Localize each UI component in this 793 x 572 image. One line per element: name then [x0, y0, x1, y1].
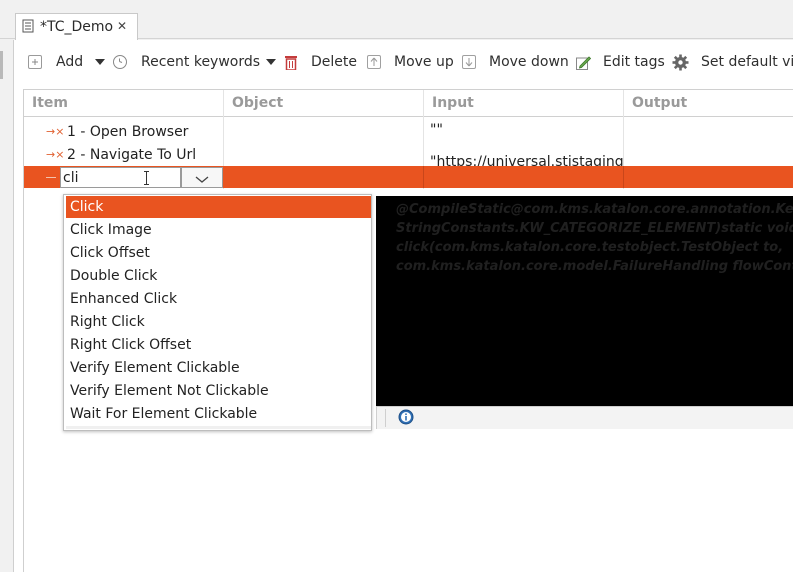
set-default-view-button[interactable]: Set default vie	[701, 54, 793, 70]
column-header-item[interactable]: Item	[32, 95, 68, 111]
trash-icon[interactable]	[285, 55, 297, 71]
keyword-input-value: cli	[63, 170, 79, 186]
column-header-input[interactable]: Input	[432, 95, 474, 111]
add-dropdown-icon[interactable]	[95, 59, 105, 65]
autocomplete-item-label: Click Offset	[70, 245, 150, 261]
step-input-clip: "https://universal.stistaging.	[430, 144, 623, 166]
arrow-up-icon[interactable]	[367, 55, 381, 69]
step-item: 2 - Navigate To Url	[67, 147, 197, 163]
column-separator	[423, 166, 424, 188]
edit-tags-button[interactable]: Edit tags	[603, 54, 665, 70]
close-icon[interactable]: ✕	[117, 19, 127, 33]
autocomplete-item-label: Right Click	[70, 314, 145, 330]
step-dash-icon	[46, 177, 56, 178]
step-input: "https://universal.stistaging.	[430, 154, 623, 166]
popup-scroll-edge	[66, 426, 371, 429]
doc-line: @CompileStatic@com.kms.katalon.core.anno…	[396, 202, 793, 217]
test-case-icon	[22, 19, 34, 33]
keyword-doc-text: @CompileStatic@com.kms.katalon.core.anno…	[396, 200, 793, 276]
autocomplete-item-label: Verify Element Not Clickable	[70, 383, 269, 399]
column-separator	[623, 166, 624, 188]
delete-button[interactable]: Delete	[311, 54, 357, 70]
history-icon[interactable]	[113, 55, 127, 69]
autocomplete-item-label: Double Click	[70, 268, 158, 284]
step-arrow-icon: →×	[46, 148, 65, 161]
autocomplete-item[interactable]: Enhanced Click	[66, 288, 371, 310]
doc-line: com.kms.katalon.core.model.FailureHandli…	[396, 259, 793, 274]
autocomplete-item-label: Click Image	[70, 222, 152, 238]
info-icon[interactable]	[398, 409, 414, 425]
autocomplete-item[interactable]: Right Click	[66, 311, 371, 333]
autocomplete-item[interactable]: Click	[66, 196, 371, 218]
step-arrow-icon: →×	[46, 125, 65, 138]
doc-line: click(com.kms.katalon.core.testobject.Te…	[396, 240, 784, 255]
doc-bar-divider	[385, 409, 386, 427]
left-side-panel	[0, 40, 14, 572]
autocomplete-item[interactable]: Verify Element Not Clickable	[66, 380, 371, 402]
step-input: ""	[430, 122, 443, 138]
autocomplete-item-label: Right Click Offset	[70, 337, 192, 353]
recent-keywords-button[interactable]: Recent keywords	[141, 54, 260, 70]
step-item: 1 - Open Browser	[67, 124, 189, 140]
gear-icon[interactable]	[672, 54, 689, 71]
add-icon[interactable]	[28, 55, 42, 69]
autocomplete-item[interactable]: Click Offset	[66, 242, 371, 264]
arrow-down-icon[interactable]	[462, 55, 476, 69]
doc-line: StringConstants.KW_CATEGORIZE_ELEMENT)st…	[396, 221, 793, 236]
autocomplete-item[interactable]: Verify Element Clickable	[66, 357, 371, 379]
panel-marker	[0, 51, 3, 79]
autocomplete-item-label: Verify Element Clickable	[70, 360, 240, 376]
doc-status-bar	[376, 406, 793, 429]
autocomplete-item[interactable]: Right Click Offset	[66, 334, 371, 356]
autocomplete-item-label: Wait For Element Clickable	[70, 406, 258, 422]
autocomplete-item[interactable]: Click Image	[66, 219, 371, 241]
autocomplete-item-label: Enhanced Click	[70, 291, 178, 307]
autocomplete-item[interactable]: Wait For Element Clickable	[66, 403, 371, 425]
chevron-down-icon	[195, 172, 209, 183]
add-button[interactable]: Add	[56, 54, 83, 70]
autocomplete-item[interactable]: Double Click	[66, 265, 371, 287]
column-header-object[interactable]: Object	[232, 95, 283, 111]
move-up-button[interactable]: Move up	[394, 54, 454, 70]
tab-title: *TC_Demo	[40, 19, 114, 35]
autocomplete-item-label: Click	[70, 199, 104, 215]
move-down-button[interactable]: Move down	[489, 54, 569, 70]
text-cursor-icon	[144, 171, 149, 185]
edit-tags-icon[interactable]	[576, 55, 592, 70]
column-header-output[interactable]: Output	[632, 95, 687, 111]
recent-dropdown-icon[interactable]	[266, 59, 276, 65]
